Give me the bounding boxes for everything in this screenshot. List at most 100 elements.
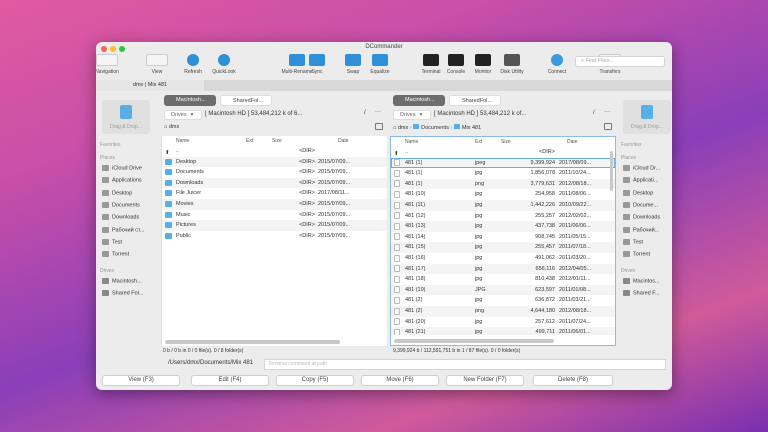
bookmark-icon[interactable] [375,123,383,130]
table-row[interactable]: Desktop <DIR> 2015/07/09... [162,156,387,168]
places-heading: Places [100,155,116,161]
table-row[interactable]: 481 (19) JPG 623,597 2011/01/08... [391,284,615,296]
sidebar-item[interactable]: Desktop [102,189,132,196]
sidebar-item[interactable]: Test [623,238,643,245]
table-row[interactable]: 481 (16) jpg 491,062 2011/03/20... [391,253,615,264]
root-button[interactable]: / [593,110,595,116]
sidebar-item[interactable]: Applications [102,177,142,184]
table-row[interactable]: Downloads <DIR> 2015/07/09... [162,177,387,189]
sidebar-item[interactable]: Рабочий ст... [102,226,144,233]
drives-dropdown[interactable]: Drives ▾ [393,110,431,120]
table-row[interactable]: Music <DIR> 2015/07/09... [162,210,387,221]
column-header[interactable]: Ext [475,139,482,145]
sidebar-item[interactable]: Applicati... [623,177,658,184]
column-header[interactable]: Date [567,139,578,145]
more-button[interactable]: ··· [604,109,610,115]
parent-dir-icon: ⬆ [394,151,399,157]
drive-tab[interactable]: Macintosh... [164,95,216,106]
toolbar-view-mode-button[interactable]: View [144,54,170,75]
column-header[interactable]: Date [338,138,349,144]
sidebar-drive[interactable]: Macintosh... [102,278,142,284]
vertical-scrollbar[interactable] [610,151,613,191]
view-button[interactable]: View (F3) [102,375,180,386]
table-row[interactable]: File Juicer <DIR> 2017/08/11... [162,188,387,199]
drive-tab[interactable]: Macintosh... [393,95,445,106]
sidebar-item[interactable]: Test [102,238,122,245]
terminal-command-input[interactable]: Terminal command at path [264,359,666,370]
table-row[interactable]: 481 (14) jpg 908,745 2011/05/15... [391,232,615,243]
table-row[interactable]: ⬆.. <DIR> [162,146,387,157]
drive-tab[interactable]: SharedFol... [449,95,501,106]
table-row[interactable]: 481 (21) jpg 499,711 2011/06/01... [391,327,615,335]
drives-dropdown[interactable]: Drives ▾ [164,110,202,120]
toolbar-swap-button[interactable]: Swap [340,54,366,75]
bookmark-icon[interactable] [604,123,612,130]
sidebar-drive[interactable]: Shared F... [623,290,660,296]
toolbar-quicklook-button[interactable]: QuickLook [211,54,237,75]
toolbar-monitor-button[interactable]: Monitor [470,54,496,75]
column-header[interactable]: Name [176,138,189,144]
toolbar-sync-button[interactable]: Sync [304,54,330,75]
toolbar-globe-button[interactable]: Connect [544,54,570,75]
delete-button[interactable]: Delete (F8) [533,375,613,386]
sidebar-item[interactable]: Рабочий... [623,226,660,233]
table-row[interactable]: 481 (1) png 3,779,631 2012/08/18... [391,178,615,190]
sidebar-item[interactable]: Torrent [623,251,650,258]
breadcrumb-item[interactable]: Documents [421,125,449,131]
table-row[interactable]: Movies <DIR> 2015/07/09... [162,199,387,210]
tab-dmx-mix[interactable]: dmx | Mix 481 [96,80,204,91]
move-button[interactable]: Move (F6) [361,375,439,386]
new-folder-button[interactable]: New Folder (F7) [446,375,524,386]
sidebar-item[interactable]: Documents [102,201,140,208]
drag-drop-area[interactable]: Drag & Drop... [102,100,150,134]
sidebar-item-label: Рабочий... [633,226,660,233]
root-button[interactable]: / [364,110,366,116]
sidebar-item[interactable]: Downloads [623,214,660,221]
column-header[interactable]: Name [405,139,418,145]
table-row[interactable]: 481 (15) jpg 255,457 2011/07/18... [391,242,615,253]
toolbar-refresh-button[interactable]: Refresh [180,54,206,75]
copy-button[interactable]: Copy (F5) [276,375,354,386]
toolbar-console-button[interactable]: Console [443,54,469,75]
drive-tab[interactable]: SharedFol... [220,95,272,106]
sidebar-item[interactable]: Desktop [623,189,653,196]
table-row[interactable]: 481 (10) jpg 254,958 2011/08/06... [391,189,615,200]
table-row[interactable]: 481 (11) jpg 1,442,226 2010/09/22... [391,200,615,211]
table-row[interactable]: 481 (1) jpeg 9,399,924 2017/08/09... [391,157,615,169]
table-row[interactable]: ⬆.. <DIR> [391,147,615,158]
sidebar-drive[interactable]: Shared Fol... [102,290,144,296]
column-header[interactable]: Ext [246,138,253,144]
sidebar-drive[interactable]: Macintos... [623,278,660,284]
drag-drop-area[interactable]: Drag & Drop... [623,100,671,134]
toolbar-back-forward-button[interactable]: Navigation [96,54,120,75]
table-row[interactable]: 481 (18) jpg 810,438 2012/01/11... [391,274,615,285]
column-header[interactable]: Size [501,139,511,145]
table-row[interactable]: 481 (20) jpg 257,612 2011/07/24... [391,317,615,328]
horizontal-scrollbar[interactable] [165,340,340,344]
table-row[interactable]: 481 (17) jpg 656,116 2012/04/05... [391,263,615,275]
sidebar-item[interactable]: iCloud Drive [102,165,142,171]
sidebar-item[interactable]: iCloud Dr... [623,165,660,171]
table-row[interactable]: 481 (13) jpg 437,738 2011/06/06... [391,221,615,232]
find-files-input[interactable]: ⌕ Find Files... [575,56,665,67]
sidebar-item[interactable]: Downloads [102,214,139,221]
breadcrumb-item[interactable]: dmx [169,124,179,130]
breadcrumb-item[interactable]: dmx [398,125,408,131]
sidebar-item[interactable]: Torrent [102,251,129,258]
column-header[interactable]: Size [272,138,282,144]
toolbar-disk-utility-button[interactable]: Disk Utility [496,54,528,75]
toolbar-equalize-button[interactable]: Equalize [367,54,393,75]
table-row[interactable]: 481 (2) jpg 636,872 2011/03/21... [391,295,615,306]
table-row[interactable]: 481 (12) jpg 255,257 2012/02/02... [391,211,615,222]
horizontal-scrollbar[interactable] [394,339,554,343]
breadcrumb-item[interactable]: Mix 481 [462,125,481,131]
table-row[interactable]: Documents <DIR> 2015/07/09... [162,167,387,178]
table-row[interactable]: Pictures <DIR> 2015/07/09... [162,220,387,231]
sidebar-item[interactable]: Docume... [623,201,658,208]
more-button[interactable]: ··· [375,109,381,115]
toolbar-terminal-button[interactable]: Terminal [418,54,444,75]
edit-button[interactable]: Edit (F4) [191,375,269,386]
table-row[interactable]: 481 (2) png 4,644,180 2012/08/18... [391,306,615,317]
table-row[interactable]: 481 (1) jpg 1,856,078 2011/10/24... [391,168,615,179]
table-row[interactable]: Public <DIR> 2015/07/09... [162,231,387,242]
